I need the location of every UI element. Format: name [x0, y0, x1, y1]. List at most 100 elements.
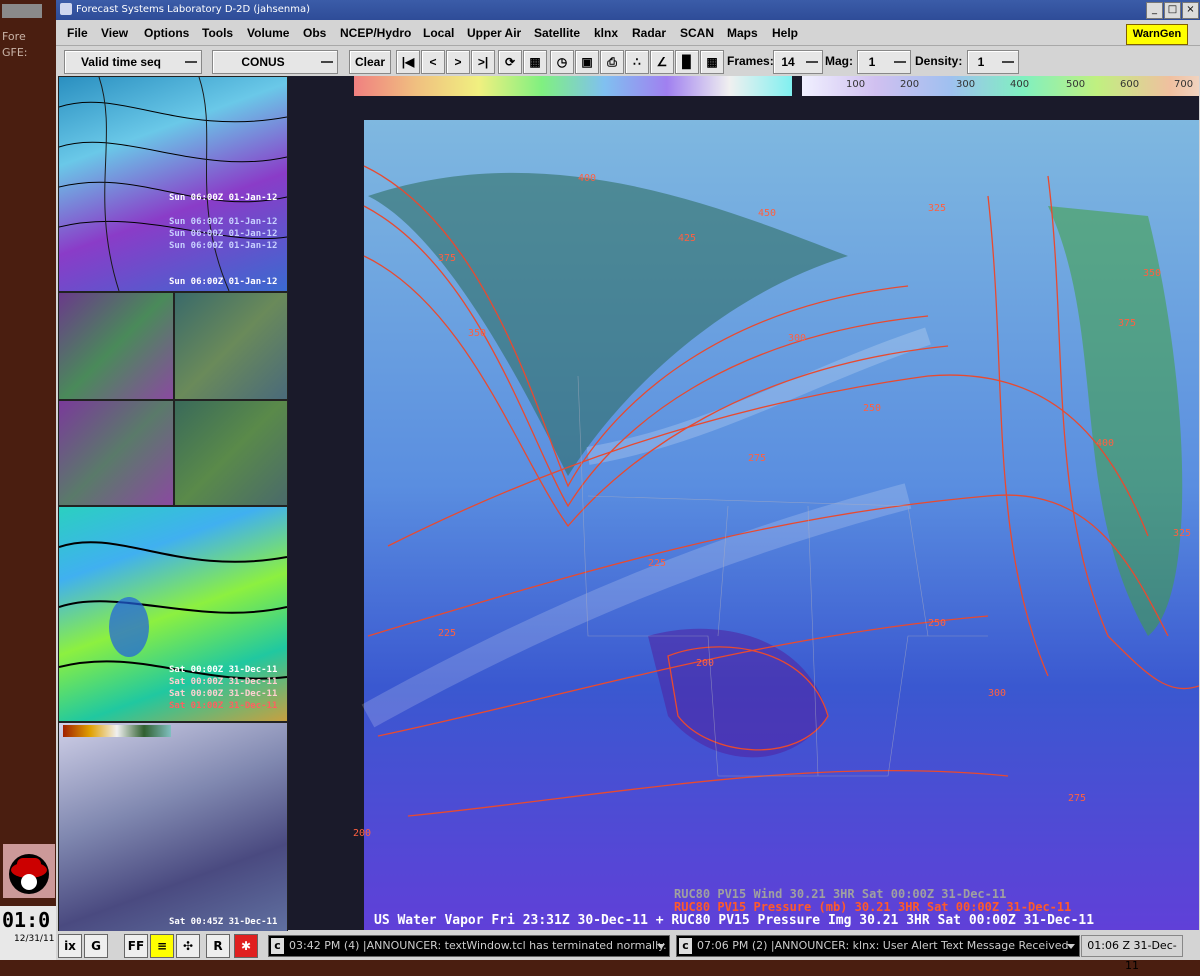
- legend-wind[interactable]: RUC80 PV15 Wind 30.21 3HR Sat 00:00Z 31-…: [674, 887, 1006, 901]
- mag-value: 1: [868, 55, 876, 69]
- menu-volume[interactable]: Volume: [247, 26, 289, 40]
- single-pane-icon[interactable]: ▉: [675, 50, 699, 74]
- contour-label: 450: [758, 208, 776, 219]
- ix-icon[interactable]: ix: [58, 934, 82, 958]
- ff-icon[interactable]: FF: [124, 934, 148, 958]
- contour-label: 400: [578, 173, 596, 184]
- contour-label: 250: [928, 618, 946, 629]
- side-pane-5[interactable]: Sat 00:45Z 31-Dec-11: [58, 722, 288, 932]
- loop-icon[interactable]: ⟳: [498, 50, 522, 74]
- dropdown-arrow-icon: [1002, 61, 1014, 63]
- side-pane-3b[interactable]: [174, 400, 288, 506]
- mag-label: Mag:: [825, 54, 853, 68]
- snowflake-icon[interactable]: ✱: [234, 934, 258, 958]
- close-button[interactable]: ×: [1182, 2, 1199, 19]
- announcer-message-1[interactable]: c 03:42 PM (4) |ANNOUNCER: textWindow.tc…: [268, 935, 670, 957]
- points-icon[interactable]: ∴: [625, 50, 649, 74]
- toolbar: Valid time seq CONUS Clear |◀ < > >| ⟳ ▦…: [56, 46, 1200, 76]
- colorbar-tick: 100: [846, 79, 866, 90]
- dropdown-arrow-icon: [185, 61, 197, 63]
- side-pane-2a[interactable]: [58, 292, 174, 400]
- window-menu-icon[interactable]: [60, 3, 72, 15]
- contour-label: 375: [1118, 318, 1136, 329]
- minimize-button[interactable]: _: [1146, 2, 1163, 19]
- clock-icon[interactable]: ◷: [550, 50, 574, 74]
- colorbar-tick: 500: [1066, 79, 1086, 90]
- announcer-message-2[interactable]: c 07:06 PM (2) |ANNOUNCER: klnx: User Al…: [676, 935, 1080, 957]
- last-frame-icon[interactable]: >|: [471, 50, 495, 74]
- side-pane-2b[interactable]: [174, 292, 288, 400]
- dropdown-arrow-icon: [321, 61, 333, 63]
- d2d-window: Forecast Systems Laboratory D-2D (jahsen…: [56, 0, 1200, 972]
- menu-ncep-hydro[interactable]: NCEP/Hydro: [340, 26, 411, 40]
- redhat-logo[interactable]: [3, 844, 55, 898]
- image-icon[interactable]: ▣: [575, 50, 599, 74]
- contour-label: 400: [1096, 438, 1114, 449]
- status-bar: ix G FF ≡ ✣ R ✱ c 03:42 PM (4) |ANNOUNCE…: [56, 931, 1200, 972]
- window-title: Forecast Systems Laboratory D-2D (jahsen…: [76, 4, 310, 15]
- menu-obs[interactable]: Obs: [303, 26, 326, 40]
- loop-mode-value: Valid time seq: [80, 55, 162, 69]
- main-display[interactable]: 350 375 400 425 450 325 300 275 250 225 …: [288, 76, 1199, 930]
- menu-radar[interactable]: Radar: [632, 26, 666, 40]
- print-icon[interactable]: ⎙: [600, 50, 624, 74]
- title-bar[interactable]: Forecast Systems Laboratory D-2D (jahsen…: [56, 0, 1200, 20]
- zulu-clock: 01:06 Z 31-Dec-11: [1081, 935, 1183, 972]
- menu-local[interactable]: Local: [423, 26, 454, 40]
- g-icon[interactable]: G: [84, 934, 108, 958]
- contour-label: 300: [988, 688, 1006, 699]
- clear-button[interactable]: Clear: [349, 50, 391, 74]
- pane-4-time-3: Sat 00:00Z 31-Dec-11: [169, 689, 278, 699]
- contour-label: 275: [748, 453, 766, 464]
- menu-upper-air[interactable]: Upper Air: [467, 26, 521, 40]
- desktop-scroll-arrow[interactable]: [2, 4, 42, 18]
- desktop-item-gfe[interactable]: GFE:: [2, 46, 28, 59]
- scale-dropdown[interactable]: CONUS: [212, 50, 338, 74]
- loop-mode-dropdown[interactable]: Valid time seq: [64, 50, 202, 74]
- step-back-icon[interactable]: <: [421, 50, 445, 74]
- step-forward-icon[interactable]: >: [446, 50, 470, 74]
- legend-pressure[interactable]: RUC80 PV15 Pressure (mb) 30.21 3HR Sat 0…: [674, 900, 1071, 914]
- contour-label: 375: [438, 253, 456, 264]
- bug-icon[interactable]: ✣: [176, 934, 200, 958]
- menu-view[interactable]: View: [101, 26, 128, 40]
- menu-icon[interactable]: ≡: [150, 934, 174, 958]
- desktop-clock-date: 12/31/11: [14, 934, 55, 944]
- menu-tools[interactable]: Tools: [202, 26, 233, 40]
- pane-4-time-1: Sat 00:00Z 31-Dec-11: [169, 665, 278, 675]
- announcer-1-arrow-icon[interactable]: [657, 944, 665, 949]
- side-pane-3a[interactable]: [58, 400, 174, 506]
- color-edit-icon[interactable]: ▦: [523, 50, 547, 74]
- announcer-1-text: 03:42 PM (4) |ANNOUNCER: textWindow.tcl …: [289, 939, 667, 952]
- side-pane-1[interactable]: Sun 06:00Z 01-Jan-12 Sun 06:00Z 01-Jan-1…: [58, 76, 288, 292]
- frames-dropdown[interactable]: 14: [773, 50, 823, 74]
- main-colorbar-left: [354, 76, 792, 96]
- menu-klnx[interactable]: klnx: [594, 26, 618, 40]
- mag-dropdown[interactable]: 1: [857, 50, 911, 74]
- density-dropdown[interactable]: 1: [967, 50, 1019, 74]
- pane-1-stack-2: Sun 06:00Z 01-Jan-12: [169, 229, 278, 239]
- four-pane-icon[interactable]: ▦: [700, 50, 724, 74]
- baseline-icon[interactable]: ∠: [650, 50, 674, 74]
- menu-file[interactable]: File: [67, 26, 88, 40]
- contour-label: 275: [1068, 793, 1086, 804]
- legend-water-vapor[interactable]: US Water Vapor Fri 23:31Z 30-Dec-11 + RU…: [374, 913, 1094, 928]
- side-pane-4[interactable]: Sat 00:00Z 31-Dec-11 Sat 00:00Z 31-Dec-1…: [58, 506, 288, 722]
- maximize-button[interactable]: □: [1164, 2, 1181, 19]
- contour-label: 425: [678, 233, 696, 244]
- menu-help[interactable]: Help: [772, 26, 798, 40]
- warngen-button[interactable]: WarnGen: [1126, 24, 1188, 45]
- menu-satellite[interactable]: Satellite: [534, 26, 580, 40]
- r-icon[interactable]: R: [206, 934, 230, 958]
- density-label: Density:: [915, 54, 963, 68]
- menu-options[interactable]: Options: [144, 26, 189, 40]
- menu-maps[interactable]: Maps: [727, 26, 758, 40]
- pane-5-colorbar: [63, 725, 171, 737]
- menu-scan[interactable]: SCAN: [680, 26, 714, 40]
- dropdown-arrow-icon: [894, 61, 906, 63]
- pane-4-time-4: Sat 01:00Z 31-Dec-11: [169, 701, 278, 711]
- desktop-item-fore[interactable]: Fore: [2, 30, 26, 43]
- first-frame-icon[interactable]: |◀: [396, 50, 420, 74]
- announcer-2-arrow-icon[interactable]: [1067, 944, 1075, 949]
- desktop-clock[interactable]: 01:0 12/31/11: [0, 906, 56, 960]
